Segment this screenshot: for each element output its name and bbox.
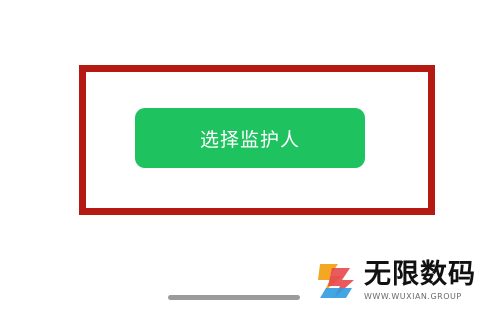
watermark-text: 无限数码 WWW.WUXIAN.GROUP bbox=[364, 260, 476, 302]
wuxian-logo-icon bbox=[318, 264, 354, 298]
home-indicator[interactable] bbox=[168, 295, 300, 300]
screen: 选择监护人 无限数码 WWW.WUXIAN.GROUP bbox=[0, 0, 500, 309]
select-guardian-button[interactable]: 选择监护人 bbox=[135, 108, 365, 168]
watermark-subtitle: WWW.WUXIAN.GROUP bbox=[364, 292, 462, 301]
watermark: 无限数码 WWW.WUXIAN.GROUP bbox=[312, 256, 498, 306]
watermark-title: 无限数码 bbox=[364, 259, 476, 290]
